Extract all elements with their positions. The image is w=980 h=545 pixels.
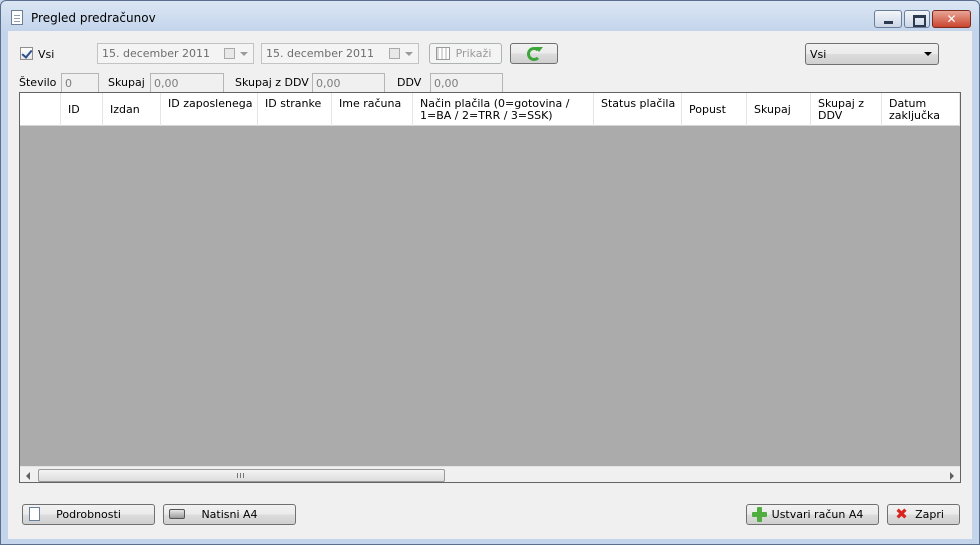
sum-vat-field[interactable]: 0,00 bbox=[312, 73, 385, 93]
details-button[interactable]: Podrobnosti bbox=[22, 504, 155, 525]
all-checkbox-label: Vsi bbox=[38, 48, 55, 61]
type-select[interactable]: Vsi bbox=[805, 43, 939, 65]
window-title: Pregled predračunov bbox=[31, 11, 156, 25]
sum-vat-value: 0,00 bbox=[316, 77, 341, 90]
date-from-picker[interactable]: 15. december 2011 bbox=[97, 43, 254, 64]
close-button-label: Zapri bbox=[915, 508, 944, 521]
title-bar[interactable]: Pregled predračunov ✕ bbox=[1, 1, 979, 31]
column-header[interactable]: Skupaj z DDV bbox=[811, 93, 882, 126]
chevron-down-icon bbox=[405, 52, 413, 56]
scrollbar-thumb[interactable] bbox=[38, 469, 445, 482]
create-invoice-button[interactable]: Ustvari račun A4 bbox=[746, 504, 879, 525]
column-header[interactable]: Način plačila (0=gotovina / 1=BA / 2=TRR… bbox=[413, 93, 594, 126]
calendar-icon bbox=[224, 48, 235, 59]
document-icon bbox=[29, 507, 40, 521]
vat-label: DDV bbox=[397, 76, 422, 89]
close-button[interactable]: ✖ Zapri bbox=[887, 504, 960, 525]
row-header-corner[interactable] bbox=[20, 93, 61, 126]
sum-value: 0,00 bbox=[154, 77, 179, 90]
count-label: Število bbox=[19, 76, 57, 89]
column-header[interactable]: ID stranke bbox=[258, 93, 332, 126]
date-to-picker[interactable]: 15. december 2011 bbox=[261, 43, 419, 64]
column-header[interactable]: Status plačila bbox=[594, 93, 682, 126]
count-value: 0 bbox=[65, 77, 72, 90]
document-icon bbox=[11, 10, 23, 25]
grid-header: ID Izdan ID zaposlenega ID stranke Ime r… bbox=[20, 93, 960, 126]
plus-icon bbox=[752, 507, 767, 522]
count-field[interactable]: 0 bbox=[61, 73, 99, 93]
date-from-value: 15. december 2011 bbox=[102, 47, 211, 60]
all-checkbox[interactable] bbox=[20, 47, 33, 60]
calendar-icon bbox=[389, 48, 400, 59]
vat-value: 0,00 bbox=[434, 77, 459, 90]
show-button[interactable]: Prikaži bbox=[429, 43, 502, 64]
column-header[interactable]: Popust bbox=[682, 93, 747, 126]
scroll-left-icon[interactable] bbox=[26, 472, 30, 480]
column-header[interactable]: Datum zaključka bbox=[882, 93, 960, 126]
sum-field[interactable]: 0,00 bbox=[150, 73, 224, 93]
column-header[interactable]: ID bbox=[61, 93, 103, 126]
horizontal-scrollbar[interactable] bbox=[20, 466, 960, 482]
sum-label: Skupaj bbox=[108, 76, 145, 89]
type-select-value: Vsi bbox=[810, 48, 827, 61]
sum-vat-label: Skupaj z DDV bbox=[235, 76, 309, 89]
minimize-button[interactable] bbox=[874, 10, 902, 28]
vat-field[interactable]: 0,00 bbox=[430, 73, 503, 93]
column-header[interactable]: ID zaposlenega bbox=[161, 93, 258, 126]
scroll-right-icon[interactable] bbox=[950, 472, 954, 480]
column-header[interactable]: Izdan bbox=[103, 93, 161, 126]
column-header[interactable]: Ime računa bbox=[332, 93, 413, 126]
create-invoice-button-label: Ustvari račun A4 bbox=[771, 508, 864, 521]
date-to-value: 15. december 2011 bbox=[266, 47, 375, 60]
calendar-icon bbox=[436, 47, 450, 60]
refresh-icon bbox=[527, 47, 543, 61]
grip-icon bbox=[237, 473, 244, 478]
print-button-label: Natisni A4 bbox=[201, 508, 258, 521]
close-icon: ✕ bbox=[946, 12, 957, 26]
invoice-grid[interactable]: ID Izdan ID zaposlenega ID stranke Ime r… bbox=[19, 92, 961, 483]
client-area: Vsi 15. december 2011 15. december 2011 … bbox=[8, 31, 972, 539]
report-window: Pregled predračunov ✕ Vsi 15. december 2… bbox=[0, 0, 980, 545]
maximize-button[interactable] bbox=[904, 10, 930, 28]
printer-icon bbox=[169, 509, 185, 519]
column-header[interactable]: Skupaj bbox=[747, 93, 811, 126]
close-x-icon: ✖ bbox=[895, 505, 908, 523]
chevron-down-icon bbox=[240, 52, 248, 56]
refresh-button[interactable] bbox=[510, 43, 558, 64]
print-button[interactable]: Natisni A4 bbox=[163, 504, 296, 525]
details-button-label: Podrobnosti bbox=[56, 508, 121, 521]
window-close-button[interactable]: ✕ bbox=[932, 10, 971, 28]
